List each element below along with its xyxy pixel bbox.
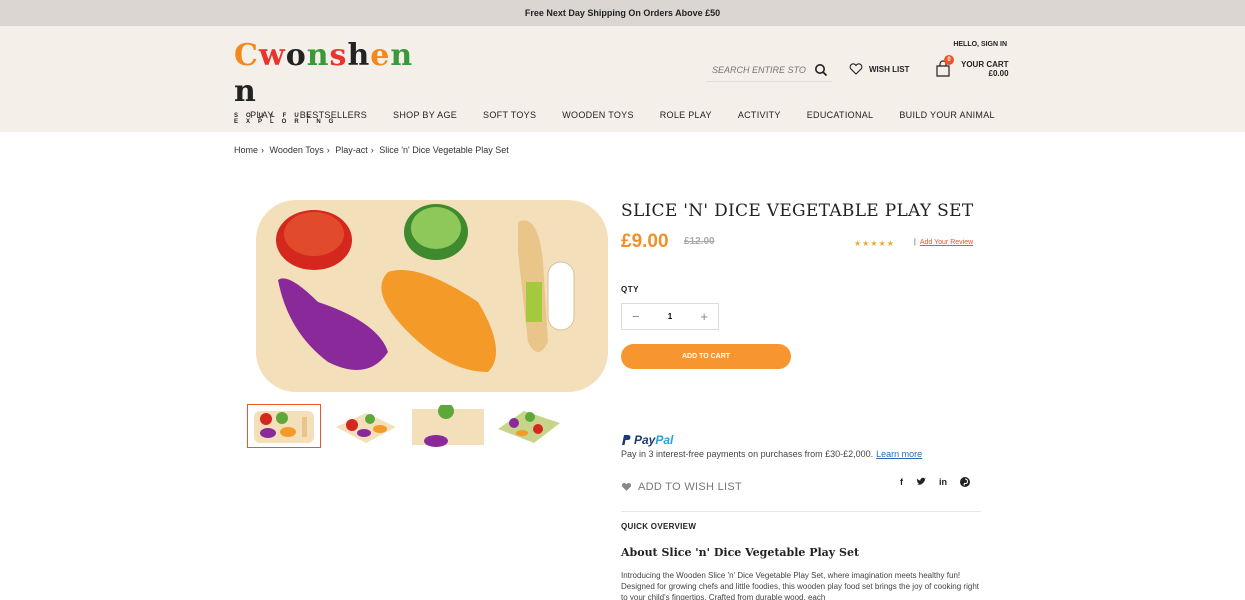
search-input[interactable] [706,60,806,80]
cart-icon: 0 [935,55,954,78]
thumbnail-4[interactable] [494,405,566,447]
social-share: f in [900,477,970,487]
add-review-link[interactable]: Add Your Review [920,239,973,246]
site-header: Cwonshenn SOULFUL EXPLORING HELLO, SIGN … [0,26,1245,132]
cart-label: YOUR CART [961,60,1009,69]
breadcrumb-separator: › [326,145,330,155]
nav-item-soft-toys[interactable]: SOFT TOYS [470,110,549,132]
promo-text: Free Next Day Shipping On Orders Above £… [524,8,721,18]
sign-in-link[interactable]: HELLO, SIGN IN [953,41,1007,48]
thumbnail-1[interactable] [247,404,321,448]
linkedin-icon[interactable]: in [939,477,947,487]
facebook-icon[interactable]: f [900,477,903,487]
product-description: Introducing the Wooden Slice 'n' Dice Ve… [621,571,979,600]
product-old-price: £12.00 [684,236,715,247]
pinterest-icon[interactable] [960,477,970,487]
thumbnail-strip [247,404,566,448]
paypal-logo: PayPal [621,433,922,447]
main-nav: PLAY BESTSELLERS SHOP BY AGE SOFT TOYS W… [0,110,1245,132]
paypal-text: Pay in 3 interest-free payments on purch… [621,449,874,459]
qty-decrease-button[interactable]: − [632,309,640,324]
search-icon[interactable] [814,63,828,77]
paypal-banner: PayPal Pay in 3 interest-free payments o… [621,433,922,459]
breadcrumb-play-act[interactable]: Play-act [335,145,368,155]
rating-stars: ★★★★★ [854,239,895,248]
breadcrumb-separator: › [370,145,374,155]
nav-item-shop-by-age[interactable]: SHOP BY AGE [380,110,470,132]
review-separator: | [914,239,916,246]
breadcrumb: Home › Wooden Toys › Play-act › Slice 'n' D… [234,145,512,155]
thumbnail-3[interactable] [412,405,484,447]
add-to-wishlist-button[interactable]: ADD TO WISH LIST [621,481,742,493]
paypal-wordmark-pal: Pal [655,433,674,447]
search-box [706,60,832,82]
paypal-wordmark-pay: Pay [634,433,656,447]
twitter-icon[interactable] [916,477,926,487]
heart-icon [621,482,632,491]
nav-item-activity[interactable]: ACTIVITY [725,110,794,132]
qty-label: QTY [621,285,639,294]
divider [621,511,981,512]
breadcrumb-wooden-toys[interactable]: Wooden Toys [270,145,324,155]
nav-item-educational[interactable]: EDUCATIONAL [794,110,887,132]
quick-overview-heading: QUICK OVERVIEW [621,522,697,531]
nav-item-build-your-animal[interactable]: BUILD YOUR ANIMAL [886,110,1007,132]
add-to-cart-button[interactable]: ADD TO CART [621,344,791,369]
cart-total: £0.00 [988,69,1009,78]
wishlist-label: WISH LIST [869,64,910,74]
paypal-icon [622,435,631,445]
product-title: SLICE 'N' DICE VEGETABLE PLAY SET [621,201,974,221]
quantity-stepper: − + [621,303,719,330]
qty-increase-button[interactable]: + [700,309,708,324]
nav-item-bestsellers[interactable]: BESTSELLERS [287,110,380,132]
cart-count-badge: 0 [944,55,954,65]
nav-item-play[interactable]: PLAY [237,110,287,132]
wishlist-link[interactable]: WISH LIST [849,63,909,75]
thumbnail-2[interactable] [330,405,402,447]
about-heading: About Slice 'n' Dice Vegetable Play Set [621,546,860,559]
qty-input[interactable] [655,312,685,321]
product-price: £9.00 [621,231,669,252]
review-area: | Add Your Review [914,239,973,246]
cart-link[interactable]: 0 YOUR CART £0.00 [935,55,1009,78]
breadcrumb-current: Slice 'n' Dice Vegetable Play Set [379,145,509,155]
breadcrumb-home[interactable]: Home [234,145,258,155]
site-logo[interactable]: Cwonshenn SOULFUL EXPLORING [234,38,434,125]
add-to-wishlist-label: ADD TO WISH LIST [638,481,743,493]
logo-wordmark: Cwonshenn [234,38,414,109]
nav-item-wooden-toys[interactable]: WOODEN TOYS [549,110,646,132]
heart-icon [849,63,863,75]
paypal-learn-more-link[interactable]: Learn more [876,449,922,459]
breadcrumb-separator: › [261,145,265,155]
promo-bar: Free Next Day Shipping On Orders Above £… [0,0,1245,26]
nav-item-role-play[interactable]: ROLE PLAY [647,110,725,132]
product-main-image[interactable] [248,192,610,400]
